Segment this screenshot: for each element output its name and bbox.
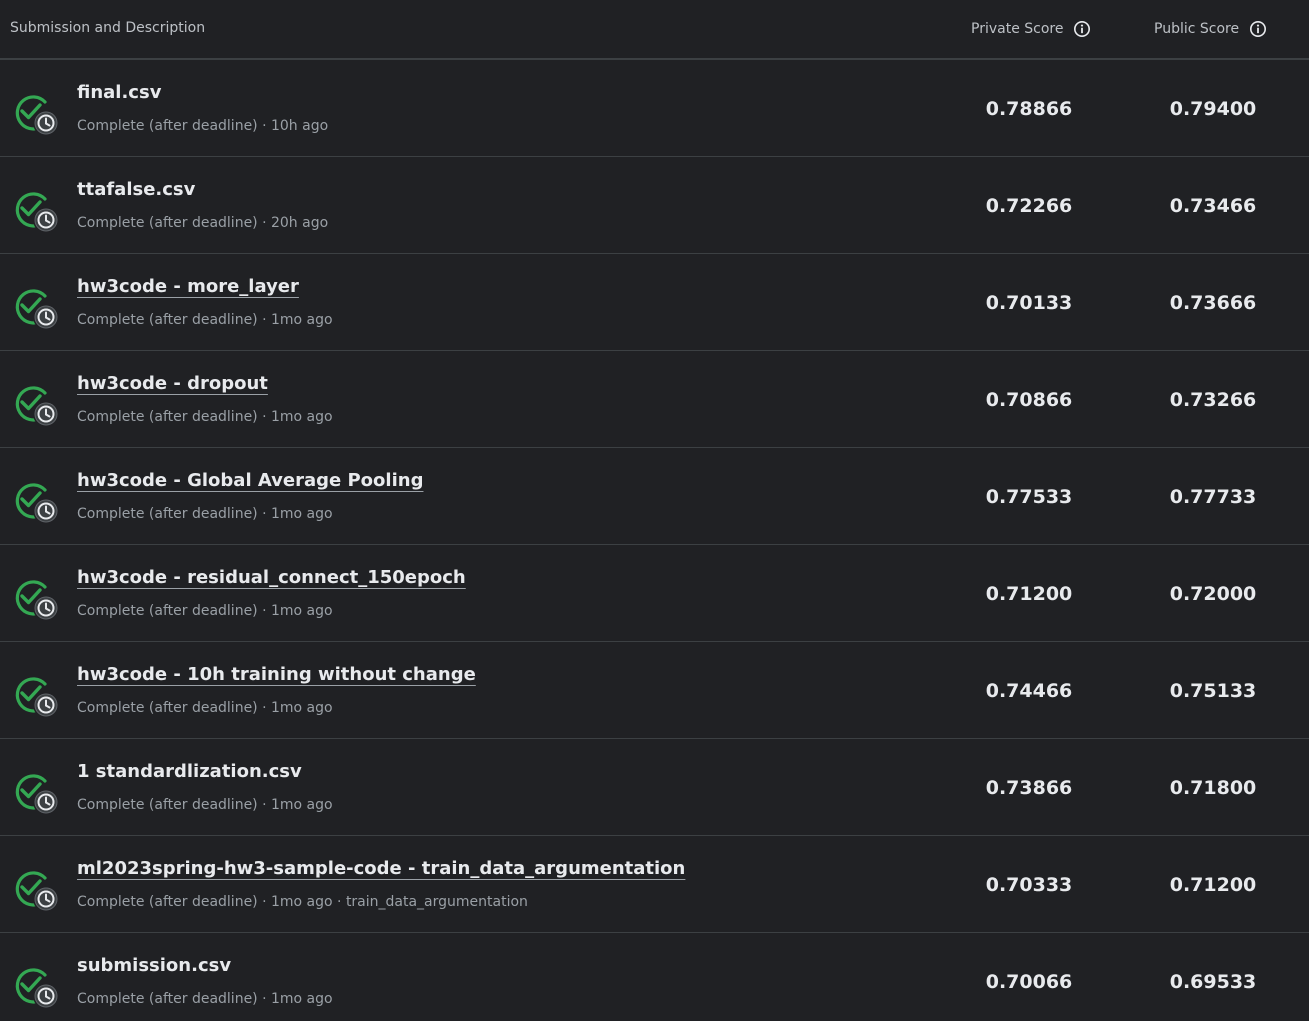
header-public-score: Public Score [1154, 20, 1267, 38]
header-private-score: Private Score [971, 20, 1091, 38]
check-clock-icon [15, 95, 59, 136]
check-clock-icon [15, 677, 59, 718]
rows-container: final.csv Complete (after deadline) · 10… [0, 60, 1309, 1021]
header-description: Submission and Description [10, 20, 206, 36]
submission-title-link[interactable]: hw3code - Global Average Pooling [77, 470, 423, 491]
submission-title-link[interactable]: hw3code - 10h training without change [77, 664, 476, 685]
submission-title-link[interactable]: ml2023spring-hw3-sample-code - train_dat… [77, 858, 685, 879]
table-row[interactable]: submission.csv Complete (after deadline)… [0, 933, 1309, 1021]
public-score: 0.69533 [1169, 971, 1257, 993]
table-row[interactable]: hw3code - Global Average Pooling Complet… [0, 448, 1309, 545]
private-score: 0.70333 [985, 874, 1073, 896]
table-row[interactable]: 1 standardlization.csv Complete (after d… [0, 739, 1309, 836]
table-row[interactable]: hw3code - more_layer Complete (after dea… [0, 254, 1309, 351]
check-clock-icon [15, 774, 59, 815]
public-score: 0.72000 [1169, 583, 1257, 605]
table-row[interactable]: final.csv Complete (after deadline) · 10… [0, 60, 1309, 157]
submission-meta: Complete (after deadline) · 1mo ago [77, 797, 333, 813]
public-score: 0.77733 [1169, 486, 1257, 508]
public-score: 0.75133 [1169, 680, 1257, 702]
header-private-label: Private Score [971, 21, 1064, 37]
header-public-label: Public Score [1154, 21, 1240, 37]
table-row[interactable]: hw3code - residual_connect_150epoch Comp… [0, 545, 1309, 642]
table-row[interactable]: ml2023spring-hw3-sample-code - train_dat… [0, 836, 1309, 933]
private-score: 0.70066 [985, 971, 1073, 993]
public-score: 0.71800 [1169, 777, 1257, 799]
submission-title: submission.csv [77, 955, 232, 976]
check-clock-icon [15, 192, 59, 233]
public-score: 0.79400 [1169, 98, 1257, 120]
submission-meta: Complete (after deadline) · 1mo ago [77, 506, 333, 522]
submissions-table: Submission and Description Private Score… [0, 0, 1309, 1021]
submission-title: ttafalse.csv [77, 179, 196, 200]
submission-title: 1 standardlization.csv [77, 761, 302, 782]
submission-meta: Complete (after deadline) · 10h ago [77, 118, 329, 134]
submission-meta: Complete (after deadline) · 20h ago [77, 215, 329, 231]
private-score: 0.72266 [985, 195, 1073, 217]
table-row[interactable]: ttafalse.csv Complete (after deadline) ·… [0, 157, 1309, 254]
submission-meta: Complete (after deadline) · 1mo ago [77, 700, 333, 716]
submission-meta: Complete (after deadline) · 1mo ago [77, 603, 333, 619]
submission-title-link[interactable]: hw3code - residual_connect_150epoch [77, 567, 466, 588]
public-score: 0.73266 [1169, 389, 1257, 411]
submission-meta: Complete (after deadline) · 1mo ago [77, 312, 333, 328]
submission-meta: Complete (after deadline) · 1mo ago · tr… [77, 894, 528, 910]
private-score: 0.73866 [985, 777, 1073, 799]
check-clock-icon [15, 483, 59, 524]
check-clock-icon [15, 580, 59, 621]
table-row[interactable]: hw3code - dropout Complete (after deadli… [0, 351, 1309, 448]
public-score: 0.71200 [1169, 874, 1257, 896]
submission-title-link[interactable]: hw3code - more_layer [77, 276, 299, 297]
info-icon[interactable] [1249, 20, 1267, 38]
submission-meta: Complete (after deadline) · 1mo ago [77, 409, 333, 425]
private-score: 0.78866 [985, 98, 1073, 120]
check-clock-icon [15, 289, 59, 330]
private-score: 0.74466 [985, 680, 1073, 702]
submission-meta: Complete (after deadline) · 1mo ago [77, 991, 333, 1007]
private-score: 0.70866 [985, 389, 1073, 411]
check-clock-icon [15, 968, 59, 1009]
private-score: 0.71200 [985, 583, 1073, 605]
table-header: Submission and Description Private Score… [0, 0, 1309, 60]
submission-title: final.csv [77, 82, 162, 103]
table-row[interactable]: hw3code - 10h training without change Co… [0, 642, 1309, 739]
private-score: 0.77533 [985, 486, 1073, 508]
public-score: 0.73666 [1169, 292, 1257, 314]
submission-title-link[interactable]: hw3code - dropout [77, 373, 268, 394]
check-clock-icon [15, 386, 59, 427]
private-score: 0.70133 [985, 292, 1073, 314]
check-clock-icon [15, 871, 59, 912]
public-score: 0.73466 [1169, 195, 1257, 217]
info-icon[interactable] [1073, 20, 1091, 38]
